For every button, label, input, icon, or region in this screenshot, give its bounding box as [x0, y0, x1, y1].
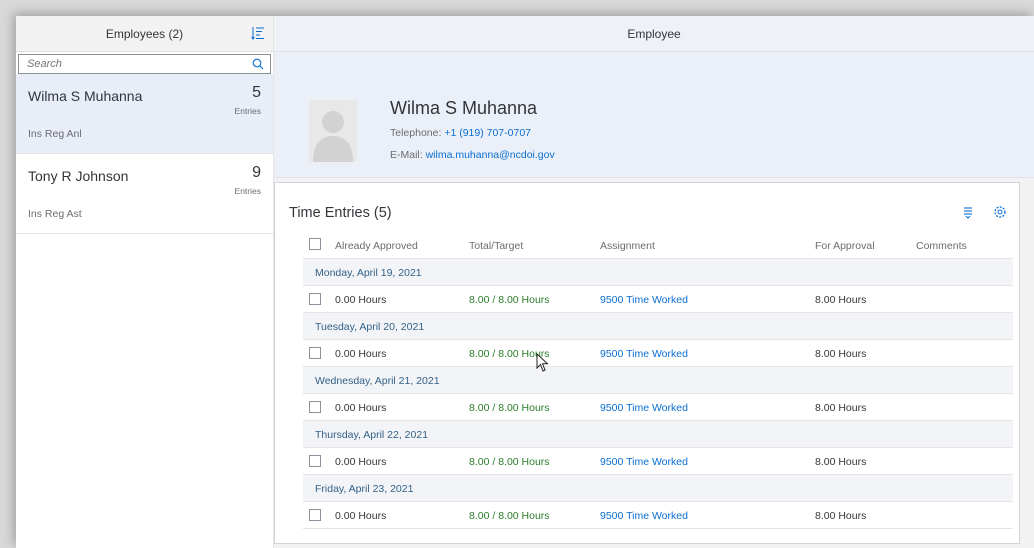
detail-title: Employee: [627, 26, 681, 41]
already-approved-value: 0.00 Hours: [335, 510, 387, 522]
employee-name: Tony R Johnson: [28, 168, 129, 184]
total-target-value: 8.00 / 8.00 Hours: [469, 402, 550, 414]
group-header-row: Thursday, April 22, 2021: [303, 421, 1013, 448]
table-row[interactable]: 0.00 Hours 8.00 / 8.00 Hours 9500 Time W…: [303, 286, 1013, 313]
row-checkbox[interactable]: [309, 401, 321, 413]
app-shell: Employees (2) Wilma S Muhanna Ins Reg An…: [16, 16, 1034, 548]
time-entries-section: Time Entries (5) Already Approved Total/…: [274, 182, 1020, 544]
assignment-link[interactable]: 9500 Time Worked: [600, 348, 688, 360]
column-header-for-approval[interactable]: For Approval: [815, 240, 875, 252]
table-row[interactable]: 0.00 Hours 8.00 / 8.00 Hours 9500 Time W…: [303, 340, 1013, 367]
select-all-checkbox[interactable]: [309, 238, 321, 250]
assignment-link[interactable]: 9500 Time Worked: [600, 456, 688, 468]
group-header-row: Monday, April 19, 2021: [303, 259, 1013, 286]
employee-detail-panel: Employee Wilma S Muhanna Telephone: +1 (…: [274, 16, 1034, 548]
for-approval-value: 8.00 Hours: [815, 402, 867, 414]
employee-name: Wilma S Muhanna: [28, 88, 143, 104]
search-icon[interactable]: [252, 58, 264, 70]
already-approved-value: 0.00 Hours: [335, 348, 387, 360]
group-header-row: Wednesday, April 21, 2021: [303, 367, 1013, 394]
entries-count: 9: [252, 164, 261, 181]
detail-header: Employee: [274, 16, 1034, 52]
person-placeholder-icon: [309, 100, 357, 162]
employee-list-header: Employees (2): [16, 16, 273, 52]
sort-icon[interactable]: [251, 26, 265, 40]
total-target-value: 8.00 / 8.00 Hours: [469, 510, 550, 522]
telephone-link[interactable]: +1 (919) 707-0707: [444, 127, 531, 139]
employee-item-wilma-muhanna[interactable]: Wilma S Muhanna Ins Reg Anl 5 Entries: [16, 74, 273, 154]
employee-list-title: Employees (2): [105, 26, 184, 41]
row-checkbox[interactable]: [309, 455, 321, 467]
employee-full-name: Wilma S Muhanna: [390, 98, 538, 118]
employee-item-tony-johnson[interactable]: Tony R Johnson Ins Reg Ast 9 Entries: [16, 154, 273, 234]
email-label: E-Mail:: [390, 149, 423, 161]
employee-title: Ins Reg Anl: [28, 128, 82, 140]
employee-list-panel: Employees (2) Wilma S Muhanna Ins Reg An…: [16, 16, 274, 548]
already-approved-value: 0.00 Hours: [335, 402, 387, 414]
group-date: Friday, April 23, 2021: [315, 483, 414, 495]
email-link[interactable]: wilma.muhanna@ncdoi.gov: [426, 149, 555, 161]
telephone-label: Telephone:: [390, 127, 442, 139]
group-header-row: Tuesday, April 20, 2021: [303, 313, 1013, 340]
already-approved-value: 0.00 Hours: [335, 294, 387, 306]
column-header-total-target[interactable]: Total/Target: [469, 240, 523, 252]
telephone-line: Telephone: +1 (919) 707-0707: [390, 127, 531, 139]
entries-count: 5: [252, 84, 261, 101]
table-row[interactable]: 0.00 Hours 8.00 / 8.00 Hours 9500 Time W…: [303, 448, 1013, 475]
table-row[interactable]: 0.00 Hours 8.00 / 8.00 Hours 9500 Time W…: [303, 502, 1013, 529]
column-header-assignment[interactable]: Assignment: [600, 240, 655, 252]
assignment-link[interactable]: 9500 Time Worked: [600, 294, 688, 306]
search-input[interactable]: [27, 58, 227, 70]
total-target-value: 8.00 / 8.00 Hours: [469, 456, 550, 468]
column-header-already-approved[interactable]: Already Approved: [335, 240, 418, 252]
already-approved-value: 0.00 Hours: [335, 456, 387, 468]
for-approval-value: 8.00 Hours: [815, 510, 867, 522]
row-checkbox[interactable]: [309, 347, 321, 359]
mouse-pointer-icon: [536, 353, 549, 372]
group-header-row: Friday, April 23, 2021: [303, 475, 1013, 502]
for-approval-value: 8.00 Hours: [815, 456, 867, 468]
search-field[interactable]: [18, 54, 271, 74]
time-entries-title: Time Entries (5): [289, 205, 392, 221]
email-line: E-Mail: wilma.muhanna@ncdoi.gov: [390, 149, 555, 161]
assignment-link[interactable]: 9500 Time Worked: [600, 510, 688, 522]
group-date: Wednesday, April 21, 2021: [315, 375, 440, 387]
total-target-value: 8.00 / 8.00 Hours: [469, 294, 550, 306]
row-checkbox[interactable]: [309, 293, 321, 305]
for-approval-value: 8.00 Hours: [815, 294, 867, 306]
table-header-row: Already Approved Total/Target Assignment…: [303, 231, 1013, 259]
group-date: Monday, April 19, 2021: [315, 267, 422, 279]
employee-profile-header: Wilma S Muhanna Telephone: +1 (919) 707-…: [274, 52, 1034, 178]
employee-title: Ins Reg Ast: [28, 208, 82, 220]
table-row[interactable]: 0.00 Hours 8.00 / 8.00 Hours 9500 Time W…: [303, 394, 1013, 421]
entries-unit: Entries: [234, 106, 261, 116]
entries-unit: Entries: [234, 186, 261, 196]
group-by-icon[interactable]: [961, 205, 975, 219]
assignment-link[interactable]: 9500 Time Worked: [600, 402, 688, 414]
column-header-comments[interactable]: Comments: [916, 240, 967, 252]
row-checkbox[interactable]: [309, 509, 321, 521]
time-entries-table: Already Approved Total/Target Assignment…: [303, 231, 1013, 529]
group-date: Tuesday, April 20, 2021: [315, 321, 425, 333]
for-approval-value: 8.00 Hours: [815, 348, 867, 360]
group-date: Thursday, April 22, 2021: [315, 429, 429, 441]
settings-gear-icon[interactable]: [993, 205, 1007, 219]
